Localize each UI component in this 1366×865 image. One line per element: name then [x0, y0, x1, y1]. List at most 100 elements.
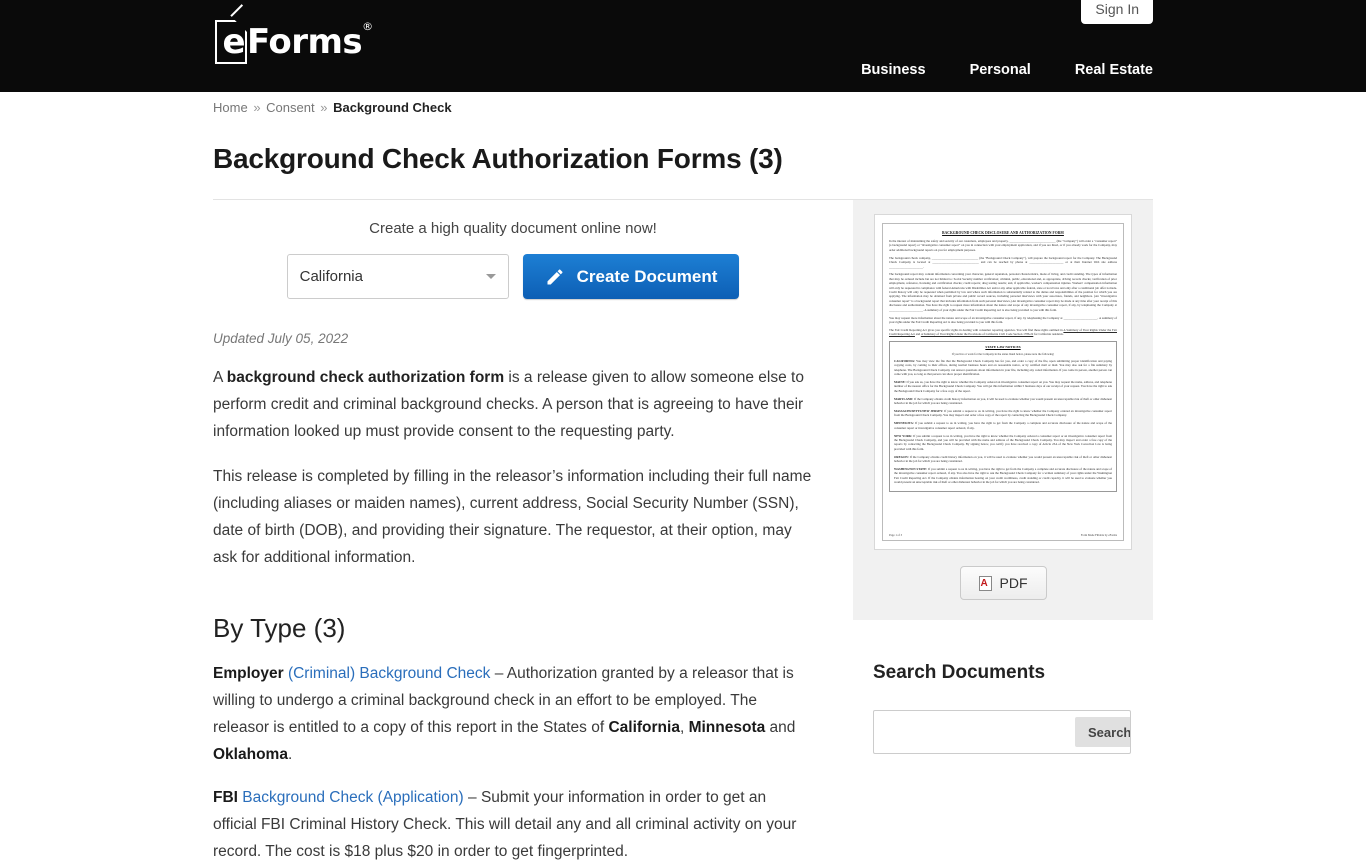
state-notice: MINNESOTA: If you submit a request to us…	[894, 421, 1112, 430]
search-documents-form: Search	[873, 710, 1131, 754]
by-type-item-employer: Employer (Criminal) Background Check – A…	[213, 660, 813, 768]
sign-in-button[interactable]: Sign In	[1081, 0, 1153, 24]
main-navigation: Business Personal Real Estate	[861, 62, 1153, 78]
updated-date: Updated July 05, 2022	[213, 331, 349, 346]
main-column: Create a high quality document online no…	[213, 200, 853, 865]
breadcrumb: Home » Consent » Background Check	[213, 92, 1153, 115]
intro-p1-part-a: A	[213, 369, 227, 386]
breadcrumb-home[interactable]: Home	[213, 100, 248, 115]
state-notice-text: If you submit a request to us in writing…	[894, 466, 1113, 485]
logo-letter-e: e	[222, 22, 246, 62]
document-preview-paragraph-3: The background report may contain inform…	[889, 272, 1117, 312]
document-preview-thumbnail[interactable]: BACKGROUND CHECK DISCLOSURE AND AUTHORIZ…	[874, 214, 1132, 550]
page-title: Background Check Authorization Forms (3)	[213, 143, 783, 174]
employer-link-rest: (Criminal) Background Check	[283, 665, 491, 682]
doc-rights-link-2[interactable]: A Summary of Your Rights Under the Provi…	[921, 332, 1034, 336]
state-notice-label: MAINE:	[894, 379, 906, 384]
document-preview-paragraph-2: The background check company, __________…	[889, 255, 1117, 269]
create-document-button-label: Create Document	[576, 266, 718, 286]
document-form-credit: Form Made Fillable by eForms	[1080, 533, 1117, 537]
state-select-value: California	[299, 268, 363, 285]
document-preview-paragraph-4: You may request more information about t…	[889, 315, 1117, 324]
state-notice: CALIFORNIA: You may view the file that t…	[894, 359, 1112, 377]
state-notice-text: If you submit a request to us in writing…	[894, 421, 1112, 430]
state-notice-label: CALIFORNIA:	[894, 358, 915, 363]
state-notice-label: MARYLAND:	[894, 396, 914, 401]
state-notice-text: If you submit a request to us in writing…	[894, 433, 1112, 451]
create-document-button[interactable]: Create Document	[522, 254, 740, 299]
pdf-download-row: PDF	[867, 566, 1139, 600]
document-preview-page: BACKGROUND CHECK DISCLOSURE AND AUTHORIZ…	[882, 223, 1124, 541]
employer-comma: ,	[679, 719, 689, 736]
state-law-notices-heading: STATE LAW NOTICES	[985, 344, 1021, 349]
create-document-widget: Create a high quality document online no…	[213, 220, 813, 299]
search-documents-heading: Search Documents	[873, 662, 1046, 683]
fbi-background-check-link[interactable]: FBI Background Check (Application)	[213, 789, 464, 806]
pdf-download-button[interactable]: PDF	[959, 566, 1047, 600]
by-type-heading: By Type (3)	[213, 613, 346, 643]
document-preview-paragraph-5: The Fair Credit Reporting Act gives you …	[889, 328, 1117, 337]
chevron-down-icon	[485, 274, 496, 279]
two-column-layout: Create a high quality document online no…	[213, 200, 1153, 865]
doc-p5-text: The Fair Credit Reporting Act gives you …	[889, 327, 1063, 332]
state-notice: OREGON: If the Company obtains credit hi…	[894, 455, 1112, 464]
sidebar-panel: BACKGROUND CHECK DISCLOSURE AND AUTHORIZ…	[853, 200, 1153, 620]
state-notice-label: WASHINGTON STATE:	[894, 466, 928, 471]
eforms-logo[interactable]: e Forms ®	[215, 20, 373, 64]
state-notice: MASSACHUSETTS/NEW JERSEY: If you submit …	[894, 409, 1112, 418]
state-notice-text: If you ask us, you have the right to kno…	[894, 379, 1112, 393]
document-page-number: Page 1 of 3	[889, 533, 903, 537]
employer-period: .	[287, 746, 293, 763]
registered-trademark-icon: ®	[362, 20, 374, 33]
pencil-icon	[547, 269, 563, 284]
employer-dash: –	[490, 665, 507, 682]
cta-row: California Create Document	[213, 254, 813, 299]
employer-state-1: California	[608, 719, 680, 736]
employer-and: and	[765, 719, 796, 736]
intro-paragraph-1: A background check authorization form is…	[213, 364, 813, 445]
state-notice-text: If the Company obtains credit history in…	[894, 454, 1112, 464]
search-input[interactable]	[874, 711, 1075, 753]
breadcrumb-separator-2: »	[320, 100, 328, 115]
state-notice-text: You may view the file that the Backgroun…	[894, 358, 1112, 376]
document-preview-footer: Page 1 of 3 Form Made Fillable by eForms	[889, 533, 1117, 537]
state-notice: WASHINGTON STATE: If you submit a reques…	[894, 467, 1112, 485]
nav-item-personal[interactable]: Personal	[970, 62, 1031, 78]
state-select[interactable]: California	[286, 254, 509, 299]
state-notice-label: MASSACHUSETTS/NEW JERSEY:	[894, 408, 944, 413]
employer-background-check-link[interactable]: Employer (Criminal) Background Check	[213, 665, 490, 682]
cta-label: Create a high quality document online no…	[369, 220, 657, 237]
search-button[interactable]: Search	[1075, 717, 1130, 747]
state-notice: MAINE: If you ask us, you have the right…	[894, 380, 1112, 393]
state-notice: MARYLAND: If the Company obtains credit …	[894, 397, 1112, 406]
employer-state-3: Oklahoma	[213, 746, 288, 763]
doc-p5-end: for California residents.	[1034, 332, 1064, 337]
employer-state-2: Minnesota	[688, 719, 766, 736]
employer-link-bold: Employer	[213, 665, 284, 682]
state-notice-text: If the Company obtains credit history in…	[894, 396, 1112, 405]
state-notice: NEW YORK: If you submit a request to us …	[894, 434, 1112, 452]
pdf-button-label: PDF	[999, 575, 1028, 591]
document-preview-title: BACKGROUND CHECK DISCLOSURE AND AUTHORIZ…	[942, 231, 1064, 235]
document-preview-paragraph-1: In the interest of maintaining the safet…	[889, 239, 1117, 252]
content-container: Home » Consent » Background Check Backgr…	[213, 92, 1153, 865]
state-notice-label: MINNESOTA:	[894, 421, 914, 426]
state-law-notices-intro: If you live or work for the Company in t…	[951, 351, 1055, 356]
document-page-icon: e	[215, 20, 247, 64]
site-header: Sign In e Forms ® Business Personal Real…	[0, 0, 1366, 92]
fbi-dash: –	[463, 789, 481, 806]
fbi-link-rest: Background Check (Application)	[237, 789, 464, 806]
intro-p1-bold: background check authorization form	[226, 369, 505, 386]
state-law-notices-box: STATE LAW NOTICES If you live or work fo…	[889, 340, 1117, 493]
nav-item-real-estate[interactable]: Real Estate	[1075, 62, 1153, 78]
intro-paragraph-2: This release is completed by filling in …	[213, 468, 812, 566]
breadcrumb-current: Background Check	[333, 100, 452, 115]
doc-p5-mid: and	[915, 332, 921, 337]
pdf-file-icon	[978, 575, 992, 591]
breadcrumb-separator-1: »	[253, 100, 261, 115]
nav-item-business[interactable]: Business	[861, 62, 925, 78]
sidebar-column: BACKGROUND CHECK DISCLOSURE AND AUTHORIZ…	[853, 200, 1153, 865]
state-notice-label: NEW YORK:	[894, 433, 913, 438]
fbi-link-bold: FBI	[213, 789, 238, 806]
breadcrumb-consent[interactable]: Consent	[266, 100, 314, 115]
